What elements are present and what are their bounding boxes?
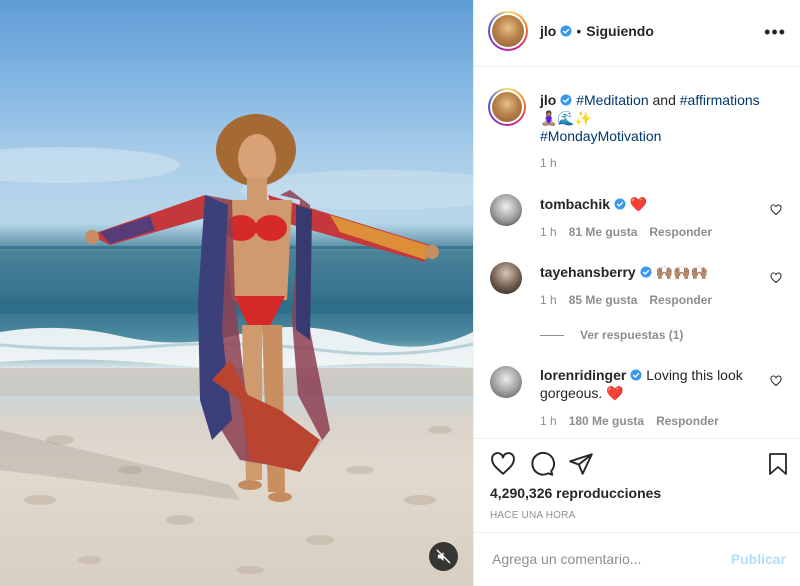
comment-item: tombachik ❤️ 1 h 81 Me gusta Responder [490,194,790,244]
paper-plane-icon[interactable] [568,451,594,477]
hashtag-affirmations[interactable]: #affirmations [680,92,760,108]
comment-composer: Publicar [474,532,800,586]
mute-button[interactable] [429,542,458,571]
commenter-avatar[interactable] [490,194,522,226]
comment-body: ❤️ [629,196,648,212]
commenter-avatar[interactable] [490,366,522,398]
comment-heart-icon[interactable] [770,375,782,387]
verified-badge-icon [614,198,626,210]
caption-and: and [648,92,680,108]
avatar-photo [492,15,524,47]
avatar-photo [492,92,522,122]
beach-video-frame [0,114,473,574]
author-username[interactable]: jlo [540,23,556,39]
comment-likes[interactable]: 180 Me gusta [569,414,644,428]
hashtag-meditation[interactable]: #Meditation [576,92,648,108]
more-options-icon[interactable]: ••• [764,22,786,43]
heart-icon[interactable] [490,451,516,477]
caption-emojis: 🧘🏽‍♀️🌊✨ [540,110,593,126]
bookmark-icon[interactable] [766,451,790,477]
post-actions: 4,290,326 reproducciones HACE UNA HORA [474,438,800,532]
comment-heart-icon[interactable] [770,272,782,284]
commenter-username[interactable]: tombachik [540,196,610,212]
commenter-username[interactable]: lorenridinger [540,367,626,383]
verified-badge-icon [560,25,572,37]
comment-bubble-icon[interactable] [529,451,555,477]
commenter-avatar[interactable] [490,262,522,294]
caption-timestamp: 1 h [540,156,557,170]
comment-text: lorenridinger Loving this look gorgeous.… [540,366,770,402]
reply-button[interactable]: Responder [649,225,712,239]
comment-item: tayehansberry 🙌🏽🙌🏽🙌🏽 1 h 85 Me gusta Respo… [490,262,790,312]
caption-username[interactable]: jlo [540,92,556,108]
comment-heart-icon[interactable] [770,204,782,216]
comment-text: tombachik ❤️ [540,195,770,213]
verified-badge-icon [560,94,572,106]
comment-time: 1 h [540,225,557,239]
hashtag-mondaymotivation[interactable]: #MondayMotivation [540,128,661,144]
post-header: jlo • Siguiendo ••• [474,0,800,67]
comment-likes[interactable]: 81 Me gusta [569,225,638,239]
header-author-line: jlo • Siguiendo [540,23,654,41]
commenter-username[interactable]: tayehansberry [540,264,636,280]
view-replies-button[interactable]: Ver respuestas (1) [540,328,683,342]
reply-button[interactable]: Responder [656,414,719,428]
comment-meta: 1 h 85 Me gusta Responder [540,293,712,307]
comment-meta: 1 h 81 Me gusta Responder [540,225,712,239]
following-button[interactable]: Siguiendo [586,23,654,39]
replies-line [540,335,564,337]
verified-badge-icon [630,369,642,381]
view-replies-label: Ver respuestas (1) [580,328,684,342]
caption-avatar[interactable] [488,88,526,126]
comment-meta: 1 h 180 Me gusta Responder [540,414,719,428]
comment-time: 1 h [540,293,557,307]
comment-body: 🙌🏽🙌🏽🙌🏽 [655,264,708,280]
comment-text: tayehansberry 🙌🏽🙌🏽🙌🏽 [540,263,770,281]
verified-badge-icon [640,266,652,278]
comment-input[interactable] [490,550,714,568]
separator-dot: • [576,23,582,39]
publish-button[interactable]: Publicar [731,551,786,567]
comment-time: 1 h [540,414,557,428]
instagram-post-modal: jlo • Siguiendo ••• jlo #Meditation and #a… [0,0,800,586]
speaker-muted-icon [436,549,451,564]
author-avatar[interactable] [488,11,528,51]
post-side-panel: jlo • Siguiendo ••• jlo #Meditation and #a… [473,0,800,586]
comments-section: jlo #Meditation and #affirmations 🧘🏽‍♀️🌊… [474,68,800,438]
posted-time[interactable]: HACE UNA HORA [490,510,575,521]
video-player[interactable] [0,0,473,586]
caption-text: jlo #Meditation and #affirmations 🧘🏽‍♀️🌊… [540,91,770,145]
caption-item: jlo #Meditation and #affirmations 🧘🏽‍♀️🌊… [488,88,790,178]
reply-button[interactable]: Responder [649,293,712,307]
comment-likes[interactable]: 85 Me gusta [569,293,638,307]
view-count[interactable]: 4,290,326 reproducciones [490,485,661,501]
comment-item: lorenridinger Loving this look gorgeous.… [490,365,790,435]
